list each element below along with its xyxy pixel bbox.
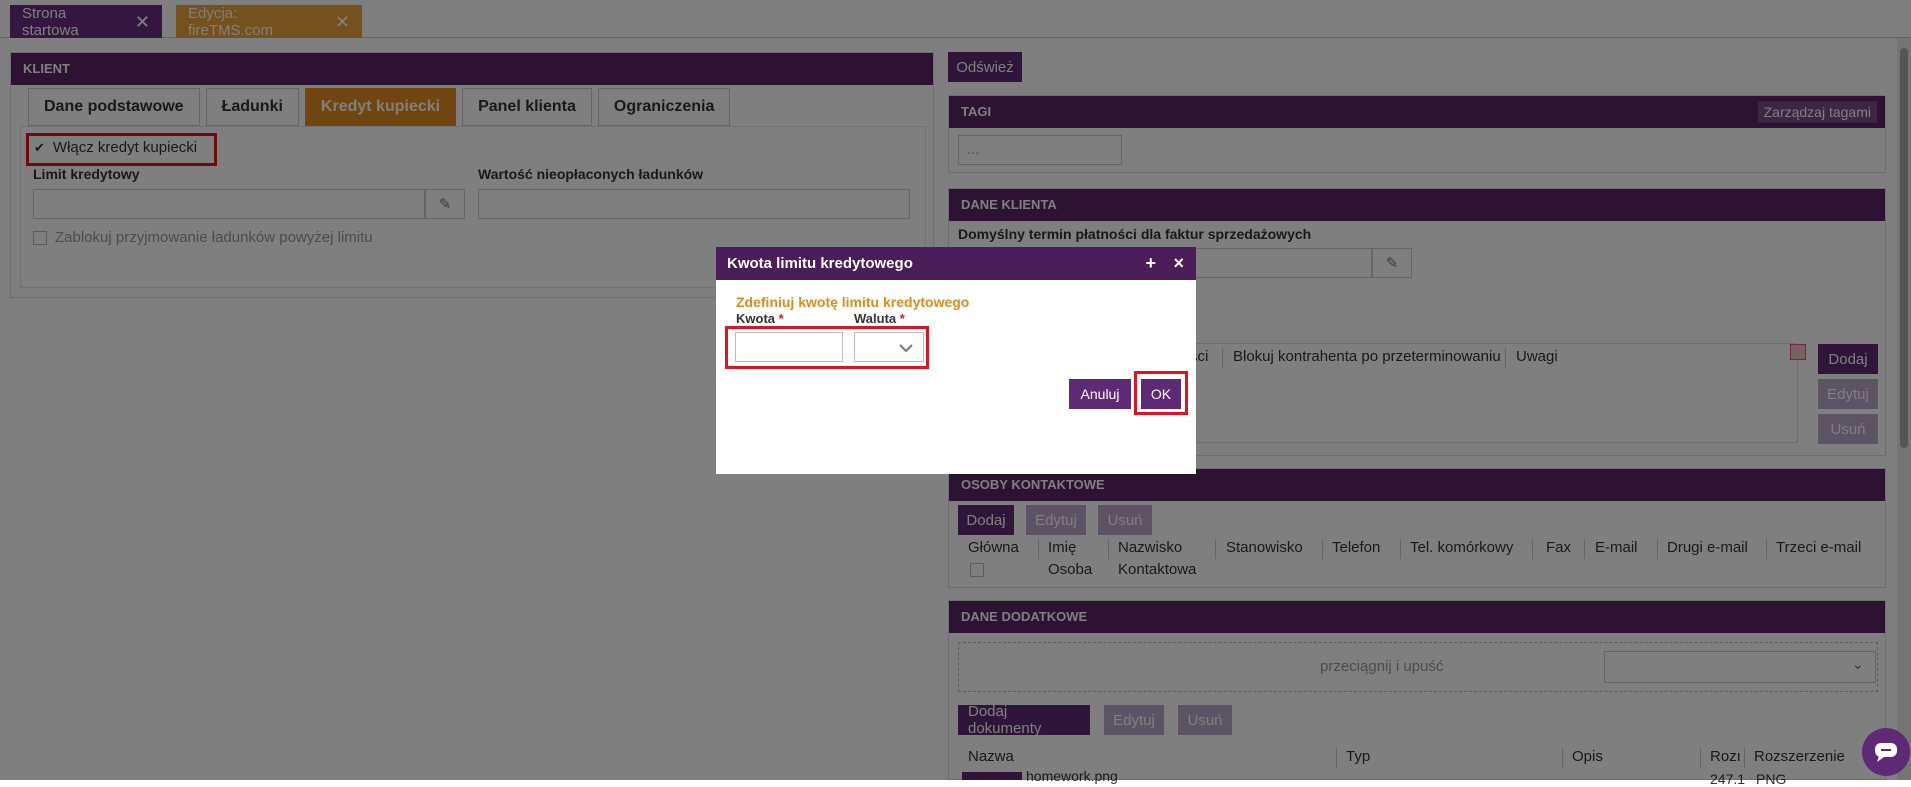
required-mark: * bbox=[899, 311, 905, 326]
highlight-box bbox=[1134, 371, 1188, 415]
dialog-subtitle: Zdefiniuj kwotę limitu kredytowego bbox=[736, 294, 970, 310]
currency-label-text: Waluta bbox=[854, 311, 897, 326]
amount-label: Kwota * bbox=[736, 311, 784, 326]
amount-label-text: Kwota bbox=[736, 311, 775, 326]
currency-label: Waluta * bbox=[854, 311, 905, 326]
chat-icon[interactable] bbox=[1862, 728, 1910, 776]
highlight-box bbox=[725, 326, 929, 369]
required-mark: * bbox=[778, 311, 784, 326]
cancel-button[interactable]: Anuluj bbox=[1069, 379, 1131, 409]
maximize-icon[interactable]: + bbox=[1145, 247, 1156, 280]
dialog-title: Kwota limitu kredytowego bbox=[727, 255, 913, 272]
dialog-header: Kwota limitu kredytowego + × bbox=[716, 247, 1196, 280]
close-icon[interactable]: × bbox=[1173, 247, 1184, 280]
credit-limit-dialog: Kwota limitu kredytowego + × Zdefiniuj k… bbox=[716, 247, 1196, 474]
